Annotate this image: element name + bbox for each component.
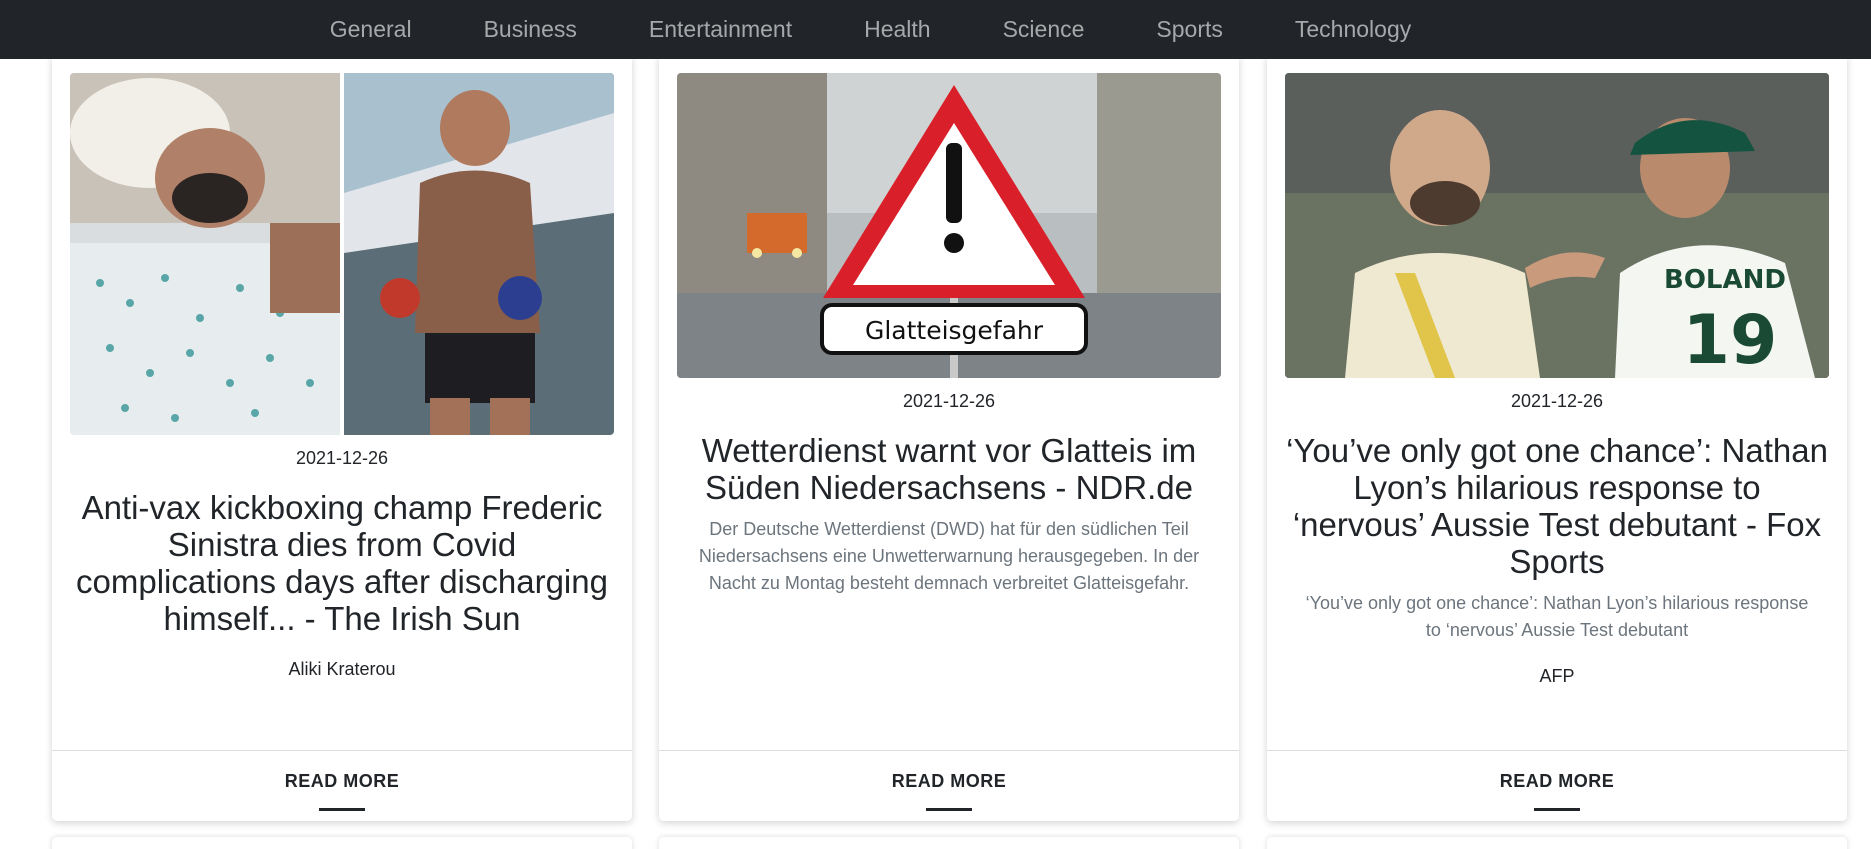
card-footer: READ MORE: [1267, 750, 1847, 821]
jersey-name-text: BOLAND: [1664, 265, 1786, 295]
sign-text: Glatteisgefahr: [865, 316, 1044, 345]
nav-link-business[interactable]: Business: [448, 0, 613, 59]
article-title[interactable]: Wetterdienst warnt vor Glatteis im Süden…: [677, 432, 1221, 506]
warning-sign-photo[interactable]: Glatteisgefahr: [677, 73, 1221, 378]
read-more-underline: [1534, 808, 1580, 811]
article-title[interactable]: Anti-vax kickboxing champ Frederic Sinis…: [70, 489, 614, 637]
read-more-underline: [319, 808, 365, 811]
nav-link-general[interactable]: General: [294, 0, 448, 59]
read-more-underline: [926, 808, 972, 811]
cricketers-photo[interactable]: BOLAND 19: [1285, 73, 1829, 378]
top-navbar: General Business Entertainment Health Sc…: [0, 0, 1871, 59]
news-card: 2021-12-26 Anti-vax kickboxing champ Fre…: [52, 55, 632, 821]
card-footer: READ MORE: [659, 750, 1239, 821]
next-row-card: [659, 837, 1239, 849]
nav-link-sports[interactable]: Sports: [1120, 0, 1258, 59]
nav-link-technology[interactable]: Technology: [1259, 0, 1447, 59]
nav-link-science[interactable]: Science: [967, 0, 1121, 59]
card-content: 2021-12-26 Wetterdienst warnt vor Glatte…: [677, 391, 1221, 597]
news-card-grid: 2021-12-26 Anti-vax kickboxing champ Fre…: [0, 55, 1871, 849]
nav-links: General Business Entertainment Health Sc…: [294, 0, 1448, 59]
nav-link-health[interactable]: Health: [828, 0, 966, 59]
next-row-card: [52, 837, 632, 849]
fighter-photo[interactable]: [70, 73, 614, 435]
article-author: AFP: [1539, 666, 1575, 686]
warning-sign-photo-graphic: Glatteisgefahr: [677, 73, 1221, 378]
fighter-photo-graphic: [70, 73, 614, 435]
cricketers-photo-graphic: BOLAND 19: [1285, 73, 1829, 378]
card-content: 2021-12-26 ‘You’ve only got one chance’:…: [1285, 391, 1829, 687]
read-more-button[interactable]: READ MORE: [892, 771, 1007, 792]
news-card: Glatteisgefahr 2021-12-26 Wetterdienst w…: [659, 55, 1239, 821]
news-card: BOLAND 19 2021-12-26 ‘You’ve only got on…: [1267, 55, 1847, 821]
card-footer: READ MORE: [52, 750, 632, 821]
article-description: Der Deutsche Wetterdienst (DWD) hat für …: [698, 519, 1200, 593]
read-more-button[interactable]: READ MORE: [285, 771, 400, 792]
article-title[interactable]: ‘You’ve only got one chance’: Nathan Lyo…: [1285, 432, 1829, 580]
read-more-button[interactable]: READ MORE: [1500, 771, 1615, 792]
article-author: Aliki Kraterou: [288, 659, 396, 679]
article-description: ‘You’ve only got one chance’: Nathan Lyo…: [1305, 593, 1809, 640]
article-date: 2021-12-26: [1510, 391, 1604, 411]
next-row-card: [1267, 837, 1847, 849]
nav-link-entertainment[interactable]: Entertainment: [613, 0, 828, 59]
article-date: 2021-12-26: [295, 448, 389, 468]
card-content: 2021-12-26 Anti-vax kickboxing champ Fre…: [70, 448, 614, 680]
article-date: 2021-12-26: [902, 391, 996, 411]
jersey-number-text: 19: [1683, 301, 1778, 378]
